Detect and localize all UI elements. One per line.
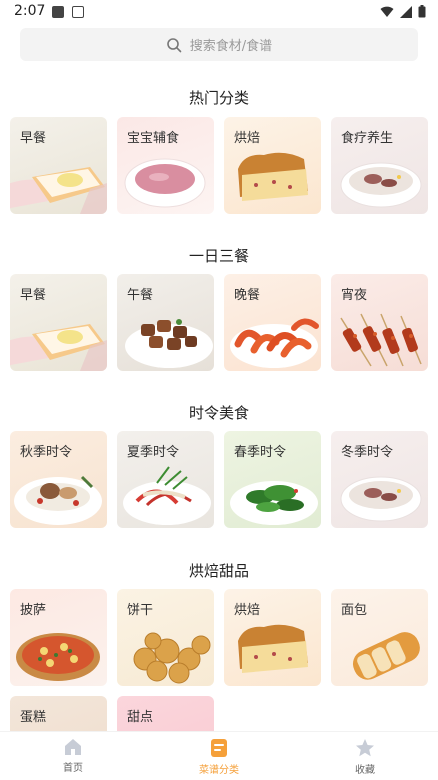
bottom-navigation: 首页 菜谱分类 收藏 (0, 731, 438, 780)
category-card-summer[interactable]: 夏季时令 (117, 431, 214, 528)
notification-icon (52, 6, 64, 18)
category-card-winter[interactable]: 冬季时令 (331, 431, 428, 528)
category-card-cookies[interactable]: 饼干 (117, 589, 214, 686)
nav-item-recipe-category[interactable]: 菜谱分类 (146, 732, 292, 780)
category-card-label: 宵夜 (341, 288, 368, 303)
section-title-three-meals: 一日三餐 (188, 247, 249, 265)
nav-label-favorites: 收藏 (355, 765, 375, 776)
category-card-label: 饼干 (127, 603, 154, 618)
font-notification-icon (72, 6, 84, 18)
nav-label-recipe-category: 菜谱分类 (199, 765, 239, 776)
section-title-seasonal: 时令美食 (188, 404, 249, 422)
category-card-label: 夏季时令 (127, 445, 180, 460)
category-card-breakfast-meal[interactable]: 早餐 (10, 274, 107, 371)
category-card-label: 披萨 (20, 603, 47, 618)
category-card-label: 晚餐 (234, 288, 261, 303)
category-card-label: 食疗养生 (341, 131, 394, 146)
category-card-label: 冬季时令 (341, 445, 394, 460)
recipe-category-icon (211, 739, 227, 757)
category-card-late-snack[interactable]: 宵夜 (331, 274, 428, 371)
category-card-label: 烘焙 (234, 131, 261, 146)
category-card-baby-food[interactable]: 宝宝辅食 (117, 117, 214, 214)
category-card-cake[interactable]: 蛋糕 (10, 696, 107, 731)
category-card-label: 秋季时令 (20, 445, 73, 460)
signal-icon (400, 5, 412, 18)
category-card-breakfast[interactable]: 早餐 (10, 117, 107, 214)
nav-item-home[interactable]: 首页 (0, 732, 146, 780)
section-title-desserts: 烘焙甜品 (188, 562, 249, 580)
category-card-label: 早餐 (20, 131, 47, 146)
category-card-label: 春季时令 (234, 445, 287, 460)
search-bar[interactable]: 搜索食材/食谱 (20, 28, 418, 61)
category-card-label: 面包 (341, 603, 368, 618)
status-time: 2:07 (14, 3, 46, 19)
category-card-label: 午餐 (127, 288, 154, 303)
category-card-label: 早餐 (20, 288, 47, 303)
category-card-lunch[interactable]: 午餐 (117, 274, 214, 371)
battery-icon (418, 5, 426, 18)
status-bar: 2:07 (0, 0, 438, 24)
nav-item-favorites[interactable]: 收藏 (292, 732, 438, 780)
category-card-baking[interactable]: 烘焙 (224, 117, 321, 214)
wifi-icon (380, 6, 394, 17)
search-icon (166, 37, 182, 52)
category-card-therapy[interactable]: 食疗养生 (331, 117, 428, 214)
star-icon (356, 739, 374, 757)
section-title-hot: 热门分类 (188, 89, 249, 107)
category-card-dinner[interactable]: 晚餐 (224, 274, 321, 371)
category-card-bread[interactable]: 面包 (331, 589, 428, 686)
category-card-label: 蛋糕 (20, 710, 47, 725)
category-card-dessert[interactable]: 甜点 (117, 696, 214, 731)
category-card-spring[interactable]: 春季时令 (224, 431, 321, 528)
search-placeholder: 搜索食材/食谱 (189, 39, 273, 54)
category-card-autumn[interactable]: 秋季时令 (10, 431, 107, 528)
nav-label-home: 首页 (63, 763, 83, 774)
category-scroll-area[interactable]: 热门分类 早餐 宝宝辅食 烘焙 食疗养生 一日三餐 早餐 午餐 晚餐 宵夜 时令… (0, 64, 438, 731)
category-card-label: 宝宝辅食 (127, 131, 180, 146)
category-card-label: 甜点 (127, 710, 154, 725)
category-card-baking-dessert[interactable]: 烘焙 (224, 589, 321, 686)
category-card-label: 烘焙 (234, 603, 261, 618)
home-icon (65, 739, 81, 755)
category-card-pizza[interactable]: 披萨 (10, 589, 107, 686)
